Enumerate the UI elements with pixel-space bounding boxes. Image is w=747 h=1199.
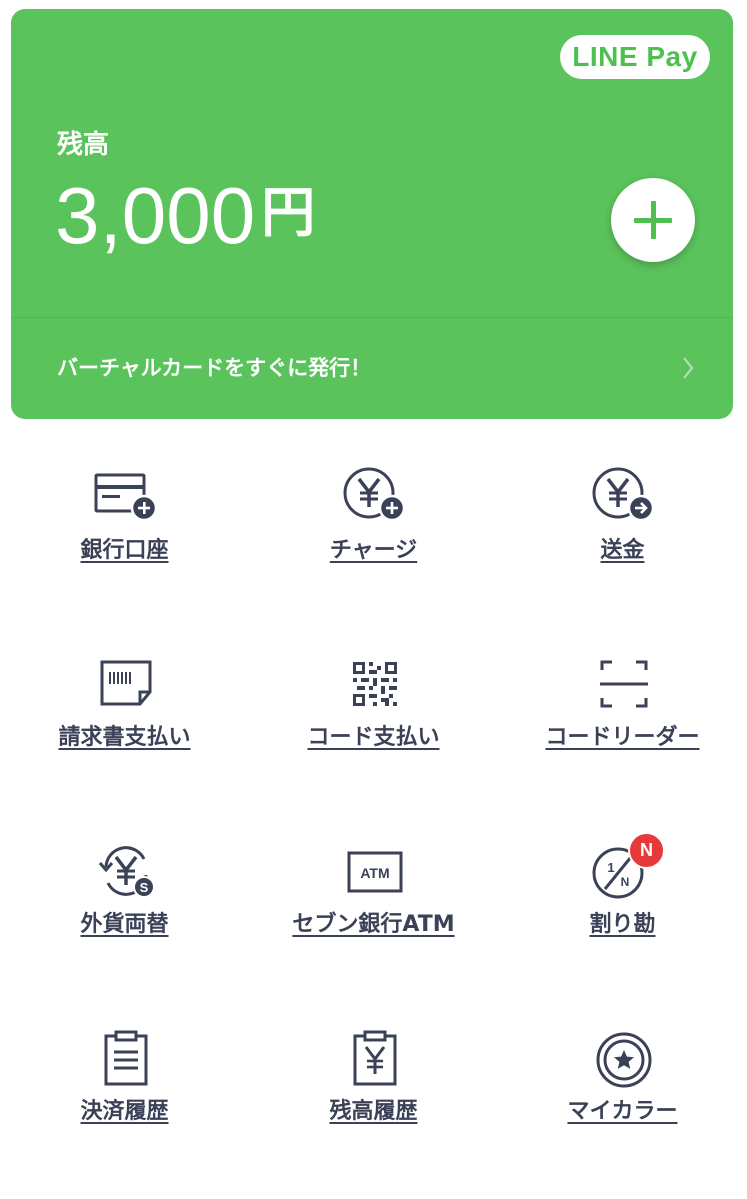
balance-label: 残高: [57, 130, 110, 160]
line-pay-logo: LINE Pay: [560, 35, 710, 79]
add-balance-button[interactable]: [611, 178, 695, 262]
virtual-card-promo-link[interactable]: バーチャルカードをすぐに発行！: [11, 318, 733, 419]
clipboard-list-icon: [104, 1030, 148, 1086]
menu-label: コードリーダー: [545, 725, 700, 750]
menu-label: コード支払い: [307, 725, 440, 750]
svg-text:N: N: [621, 875, 630, 889]
bank-card-plus-icon: [94, 473, 158, 522]
star-medal-icon: [596, 1032, 652, 1088]
atm-icon: ATM: [347, 851, 403, 893]
menu-label: チャージ: [329, 538, 418, 563]
menu-label: セブン銀行ATM: [292, 912, 455, 937]
menu-label: 決済履歴: [80, 1099, 169, 1124]
menu-label: マイカラー: [567, 1099, 678, 1124]
plus-icon: [634, 201, 672, 239]
menu-label: 割り勘: [589, 912, 656, 937]
invoice-icon: [100, 660, 152, 706]
menu-item-payment-history[interactable]: 決済履歴: [0, 980, 249, 1167]
menu-item-bank-account[interactable]: 銀行口座: [0, 419, 249, 606]
balance-display: 3,000 円: [55, 171, 315, 261]
atm-icon-text: ATM: [360, 865, 389, 881]
svg-text:S: S: [140, 880, 149, 895]
yen-plus-icon: [343, 467, 406, 522]
menu-label: 銀行口座: [80, 538, 169, 563]
currency-exchange-icon: S: [98, 846, 155, 898]
menu-item-split-bill[interactable]: 1 N 割り勘: [498, 793, 747, 980]
balance-amount: 3,000: [55, 171, 256, 260]
svg-text:1: 1: [607, 860, 614, 875]
feature-menu-grid: 銀行口座 チャージ 送金 請求書支払い コード支払い コードリーダー S 外貨両…: [0, 419, 747, 1199]
menu-item-send[interactable]: 送金: [498, 419, 747, 606]
menu-item-code-reader[interactable]: コードリーダー: [498, 606, 747, 793]
scan-frame-icon: [600, 660, 648, 708]
menu-item-bill-payment[interactable]: 請求書支払い: [0, 606, 249, 793]
wallet-card: LINE Pay 残高 3,000 円 バーチャルカードをすぐに発行！: [11, 9, 733, 419]
menu-label: 外貨両替: [80, 912, 169, 937]
qr-code-icon: [353, 662, 397, 706]
menu-label: 残高履歴: [329, 1099, 418, 1124]
new-badge: N: [628, 832, 665, 869]
balance-currency: 円: [261, 181, 316, 244]
menu-item-currency-exchange[interactable]: S 外貨両替: [0, 793, 249, 980]
menu-item-code-payment[interactable]: コード支払い: [249, 606, 498, 793]
menu-item-charge[interactable]: チャージ: [249, 419, 498, 606]
menu-label: 送金: [600, 538, 645, 563]
promo-text: バーチャルカードをすぐに発行！: [57, 356, 372, 380]
menu-label: 請求書支払い: [58, 725, 191, 750]
chevron-right-icon: [683, 357, 694, 379]
menu-item-balance-history[interactable]: 残高履歴: [249, 980, 498, 1167]
menu-item-my-color[interactable]: マイカラー: [498, 980, 747, 1167]
menu-item-seven-atm[interactable]: ATM セブン銀行ATM: [249, 793, 498, 980]
clipboard-yen-icon: [353, 1030, 397, 1086]
yen-arrow-icon: [592, 467, 655, 522]
